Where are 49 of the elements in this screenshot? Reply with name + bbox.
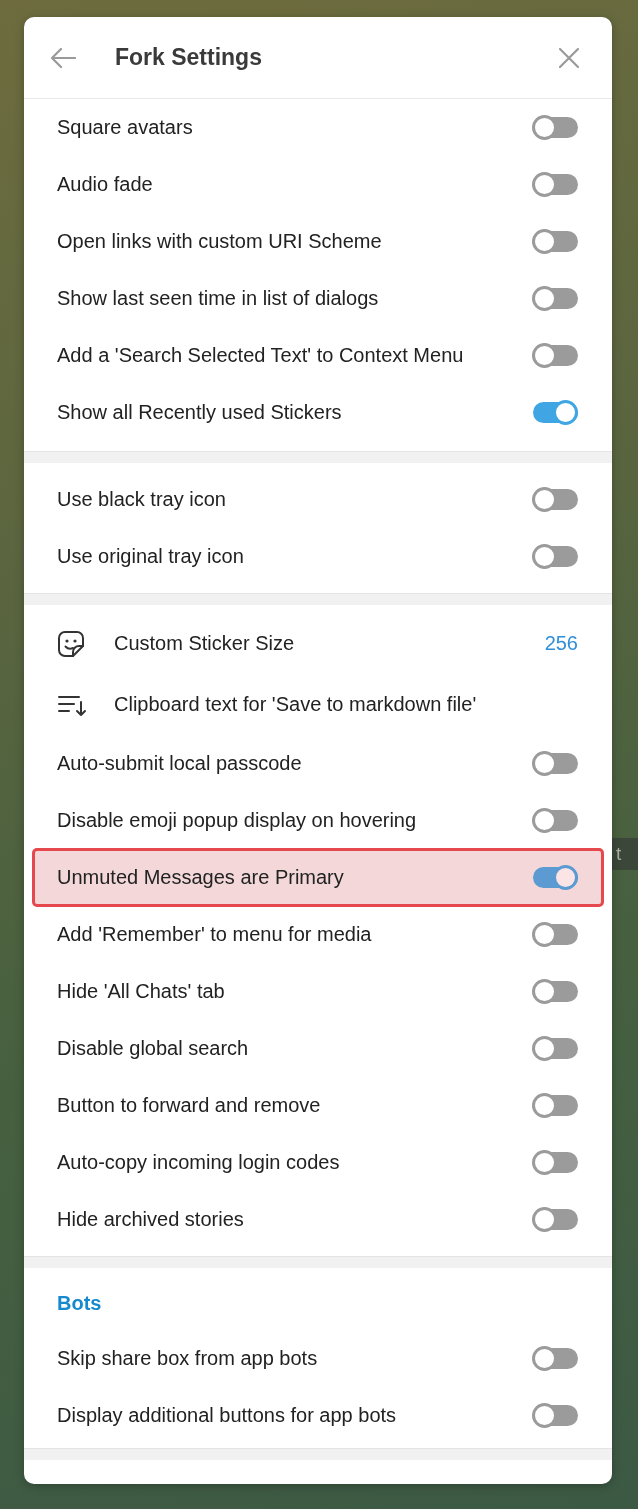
dialog-title: Fork Settings	[115, 44, 262, 71]
toggle-switch[interactable]	[532, 865, 578, 890]
setting-label: Audio fade	[57, 173, 153, 196]
toggle-switch[interactable]	[532, 751, 578, 776]
setting-label: Hide 'All Chats' tab	[57, 980, 225, 1003]
setting-label: Add a 'Search Selected Text' to Context Menu	[57, 344, 464, 367]
setting-label: Auto-submit local passcode	[57, 752, 302, 775]
close-icon	[558, 46, 580, 69]
toggle-switch[interactable]	[532, 115, 578, 140]
setting-label: Disable emoji popup display on hovering	[57, 809, 417, 832]
setting-label: Use black tray icon	[57, 488, 226, 511]
sticker-icon	[57, 629, 85, 658]
back-button[interactable]	[50, 46, 76, 69]
toggle-switch[interactable]	[532, 1403, 578, 1428]
setting-label: Use original tray icon	[57, 545, 244, 568]
toggle-switch[interactable]	[532, 979, 578, 1004]
toggle-switch[interactable]	[532, 343, 578, 368]
setting-value: 256	[544, 632, 578, 655]
setting-label: Auto-copy incoming login codes	[57, 1151, 340, 1174]
toggle-switch[interactable]	[532, 1207, 578, 1232]
setting-label: Custom Sticker Size	[114, 632, 295, 655]
setting-label: Open links with custom URI Scheme	[57, 230, 382, 253]
section-header: Bots	[56, 1291, 102, 1316]
close-button[interactable]	[558, 46, 580, 69]
toggle-switch[interactable]	[532, 808, 578, 833]
setting-label: Show all Recently used Stickers	[57, 401, 342, 424]
toggle-switch[interactable]	[532, 487, 578, 512]
toggle-switch[interactable]	[532, 544, 578, 569]
toggle-switch[interactable]	[532, 1093, 578, 1118]
setting-label: Button to forward and remove	[57, 1094, 321, 1117]
toggle-switch[interactable]	[532, 400, 578, 425]
back-arrow-icon	[50, 46, 76, 69]
setting-label: Show last seen time in list of dialogs	[57, 287, 379, 310]
chat-hint-text: t	[612, 838, 638, 870]
setting-label: Display additional buttons for app bots	[57, 1404, 397, 1427]
toggle-switch[interactable]	[532, 1346, 578, 1371]
setting-label: Add 'Remember' to menu for media	[57, 923, 372, 946]
toggle-switch[interactable]	[532, 922, 578, 947]
setting-label: Unmuted Messages are Primary	[57, 866, 344, 889]
toggle-switch[interactable]	[532, 1150, 578, 1175]
setting-label: Skip share box from app bots	[57, 1347, 318, 1370]
setting-label: Hide archived stories	[57, 1208, 244, 1231]
toggle-switch[interactable]	[532, 229, 578, 254]
setting-label: Square avatars	[57, 116, 193, 139]
toggle-switch[interactable]	[532, 286, 578, 311]
setting-label: Disable global search	[57, 1037, 249, 1060]
toggle-switch[interactable]	[532, 1036, 578, 1061]
setting-label: Clipboard text for 'Save to markdown file'	[114, 693, 477, 716]
toggle-switch[interactable]	[532, 172, 578, 197]
